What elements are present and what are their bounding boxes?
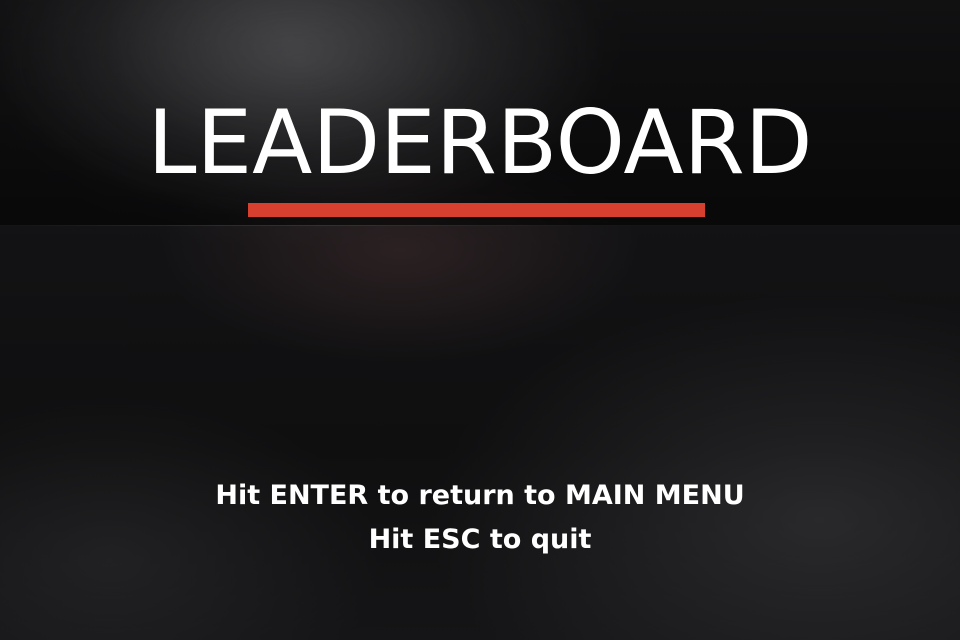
page-title: LEADERBOARD (147, 91, 813, 194)
quit-instruction: Hit ESC to quit (368, 524, 592, 555)
instructions: Hit ENTER to return to MAIN MENU Hit ESC… (0, 474, 960, 562)
leaderboard-screen: LEADERBOARD Hit ENTER to return to MAIN … (0, 0, 960, 640)
title-underline-divider (248, 203, 705, 217)
return-to-main-menu-instruction: Hit ENTER to return to MAIN MENU (215, 480, 745, 511)
